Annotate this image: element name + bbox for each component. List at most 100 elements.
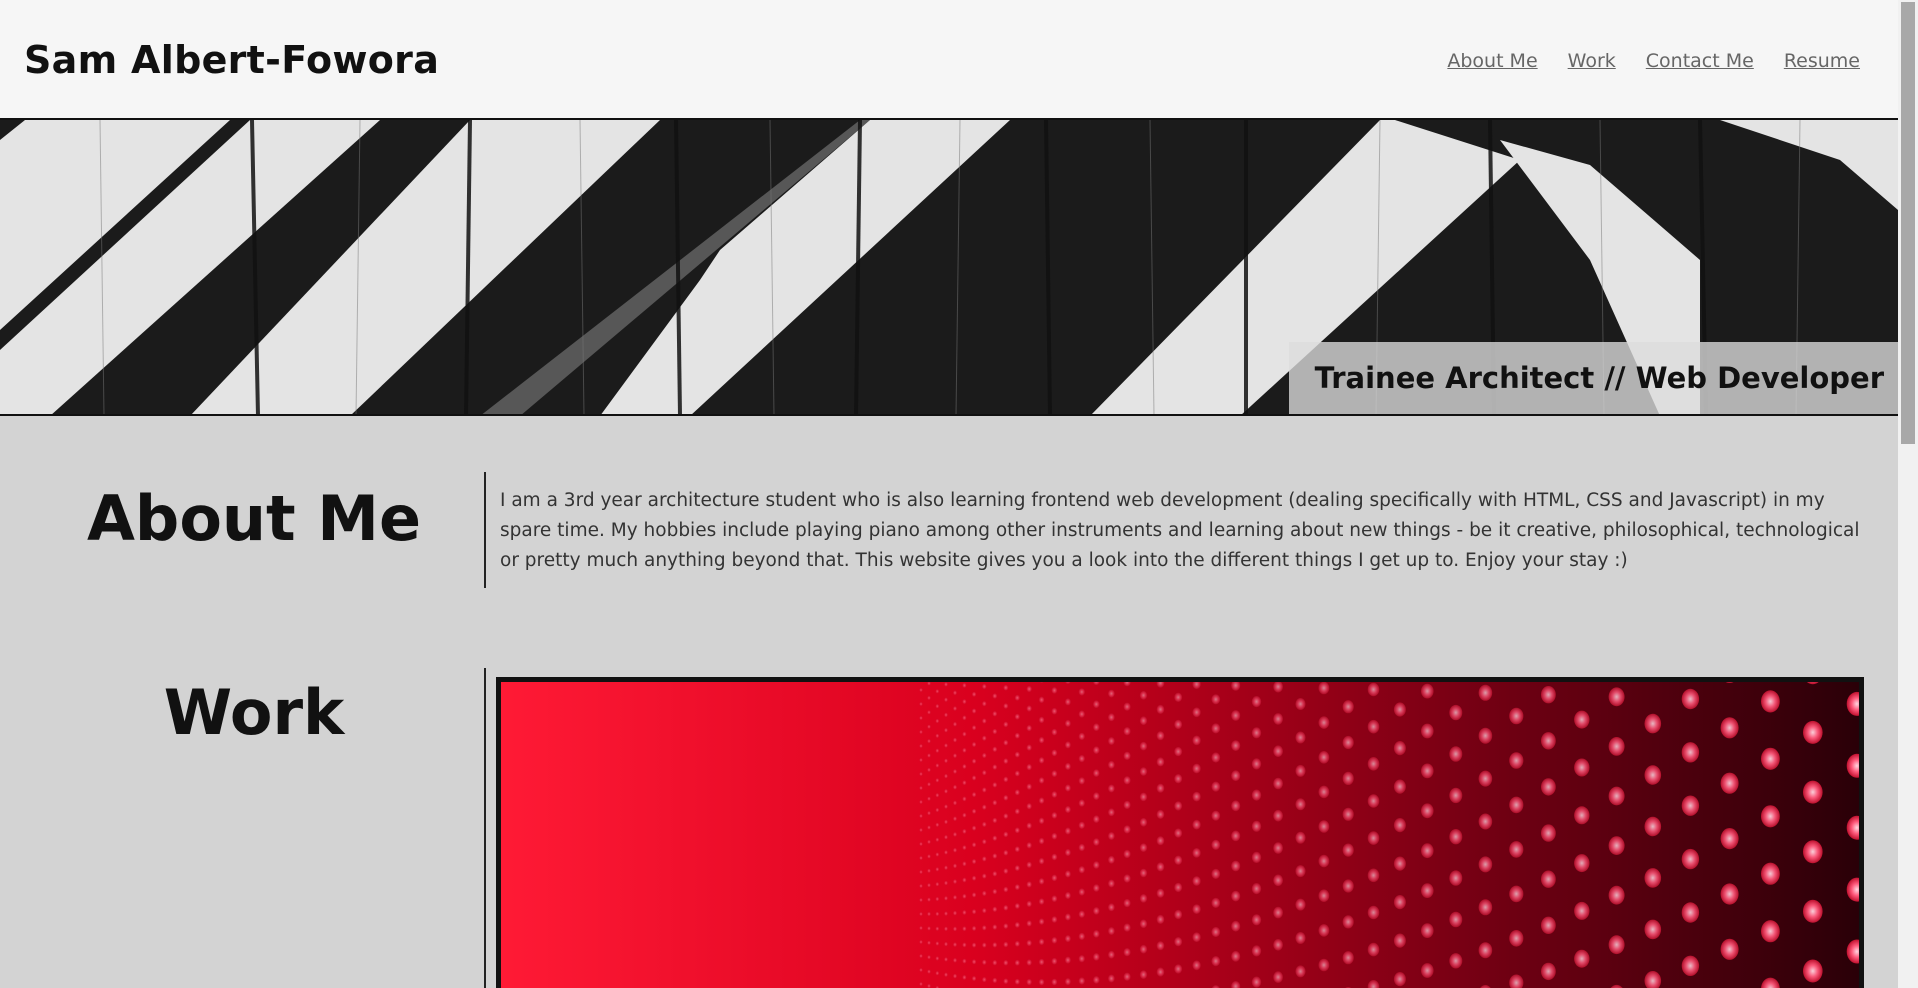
led-dot [1192,960,1201,971]
led-dot [1192,707,1201,718]
led-dot [1367,757,1380,771]
led-dot [962,747,967,753]
led-dot [953,753,957,759]
led-dot [944,743,948,748]
led-dot [1064,719,1071,727]
led-dot [1295,965,1306,978]
site-header: Sam Albert-Fowora About Me Work Contact … [0,0,1898,120]
led-dot [1318,924,1330,937]
led-dot [1026,978,1032,986]
led-dot [1681,795,1700,816]
led-dot [1449,746,1463,762]
led-dot [1318,785,1330,799]
led-dot [1038,736,1045,744]
led-dot [1003,776,1009,783]
led-dot [919,842,923,846]
led-dot [971,959,977,965]
led-dot [1421,883,1434,898]
led-dot [1078,710,1085,718]
led-dot [1139,690,1148,700]
led-dot [1064,698,1071,706]
led-dot [1014,827,1020,834]
led-dot [1720,717,1739,739]
scrollbar-thumb[interactable] [1901,2,1915,444]
led-dot [1139,944,1148,954]
led-dot [1174,801,1183,811]
led-dot [919,884,923,888]
nav-link-work[interactable]: Work [1568,50,1616,72]
led-dot [992,693,998,699]
led-dot [982,787,987,793]
led-dot [971,825,977,831]
led-dot [1393,779,1406,794]
led-dot [1108,879,1115,888]
led-dot [935,941,940,946]
led-dot [953,957,957,963]
led-dot [1608,935,1625,955]
led-dot [1478,727,1493,744]
led-dot [1295,798,1306,811]
led-dot [1026,724,1032,732]
led-dot [1211,956,1221,967]
page-scrollbar[interactable] [1898,0,1918,988]
led-dot [1026,842,1032,849]
led-dot [1064,784,1071,792]
led-dot [1051,957,1058,965]
led-dot [1064,848,1071,857]
led-dot [1251,851,1262,863]
led-dot [953,706,957,711]
led-dot [1211,752,1221,763]
led-dot [1449,953,1463,969]
nav-link-resume[interactable]: Resume [1784,50,1860,72]
led-dot [953,863,957,869]
led-dot [1251,696,1262,708]
led-dot [1078,777,1085,785]
site-title[interactable]: Sam Albert-Fowora [24,38,439,82]
led-dot [1318,958,1330,972]
led-dot [1156,836,1165,846]
work-led-image[interactable] [496,677,1864,988]
led-dot [927,825,931,830]
led-dot [1093,953,1100,961]
led-dot [1421,723,1434,739]
led-dot [962,715,967,721]
led-dot [1078,732,1085,741]
led-dot [1478,813,1493,830]
led-dot [935,956,940,961]
led-dot [1038,958,1045,966]
led-dot [992,728,998,735]
led-dot [1093,700,1100,709]
led-dot [953,879,957,884]
led-dot [962,682,967,688]
led-dot [1108,855,1115,864]
led-dot [982,821,987,828]
nav-link-contact-me[interactable]: Contact Me [1646,50,1754,72]
led-dot [1139,970,1148,979]
led-dot [982,770,987,776]
led-dot [1123,898,1131,908]
led-dot [971,875,977,881]
led-dot [1026,803,1032,810]
led-dot [982,683,987,690]
led-dot [1318,820,1330,833]
led-dot [1541,870,1556,888]
led-dot [1273,842,1283,854]
led-dot [1139,894,1148,903]
led-dot [1093,976,1100,984]
led-dot [944,850,948,855]
nav-link-about-me[interactable]: About Me [1447,50,1537,72]
led-dot [982,701,987,707]
led-dot [944,972,948,977]
led-dot [935,837,940,842]
led-dot [1064,978,1071,986]
led-dot [1231,830,1241,842]
led-dot [1038,817,1045,825]
led-dot [992,799,998,806]
led-dot [1026,959,1032,966]
led-dot [1211,897,1221,908]
led-dot [1038,777,1045,784]
led-dot [1026,744,1032,751]
led-dot [1342,771,1354,785]
led-dot [1211,694,1221,705]
led-dot [1139,741,1148,751]
